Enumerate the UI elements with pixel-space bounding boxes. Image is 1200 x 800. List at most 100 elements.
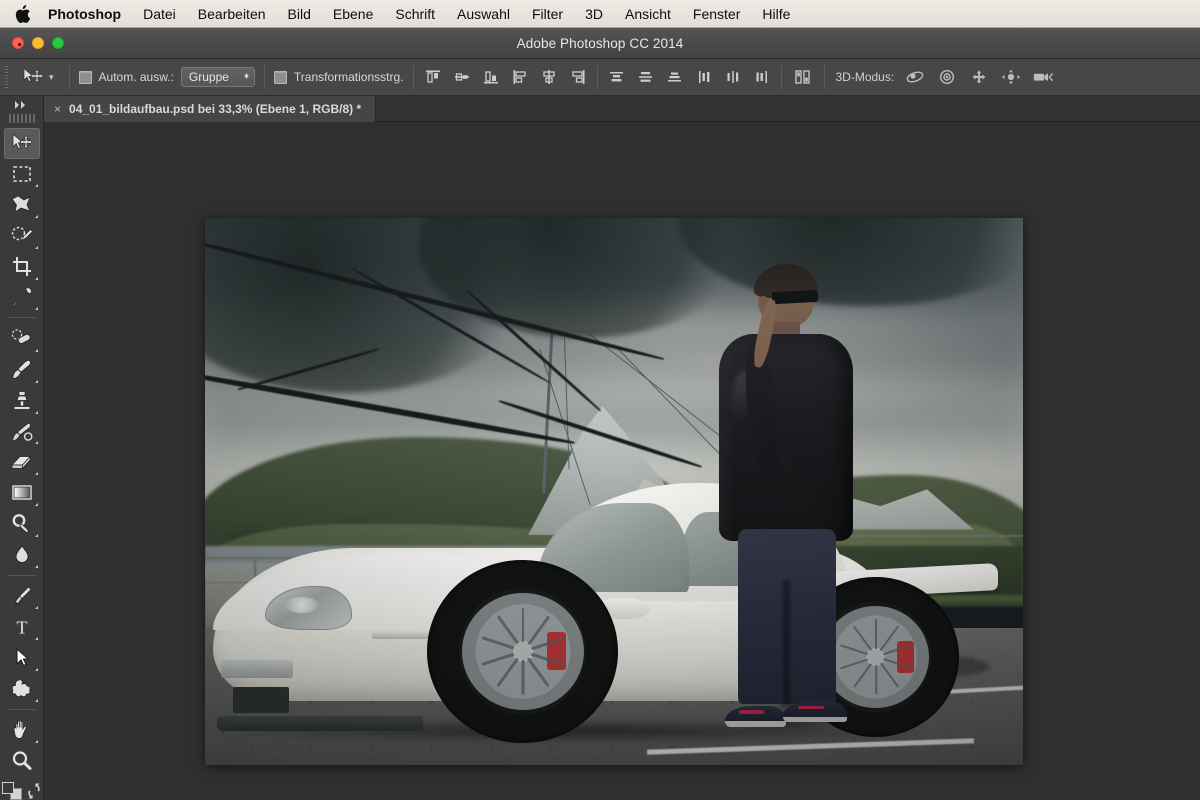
menu-item-3d[interactable]: 3D (574, 0, 614, 28)
align-top-edges-button[interactable] (423, 67, 443, 87)
sunglasses (771, 289, 819, 305)
align-right-edges-button[interactable] (568, 67, 588, 87)
car-front-splitter (217, 716, 424, 731)
foreground-background-color-icon[interactable] (1, 782, 22, 800)
options-divider-1 (68, 65, 70, 89)
type-tool[interactable]: T (4, 611, 40, 642)
hand-tool[interactable] (4, 715, 40, 746)
menu-item-ebene[interactable]: Ebene (322, 0, 384, 28)
transform-controls-label: Transformationsstrg. (293, 70, 404, 84)
dodge-tool[interactable] (4, 508, 40, 539)
pen-tool[interactable] (4, 581, 40, 612)
menu-item-bearbeiten[interactable]: Bearbeiten (187, 0, 277, 28)
menu-item-hilfe[interactable]: Hilfe (751, 0, 801, 28)
menu-item-photoshop[interactable]: Photoshop (46, 0, 132, 28)
blur-tool[interactable] (4, 539, 40, 570)
tools-panel: T (0, 96, 44, 800)
eyedropper-tool[interactable] (4, 282, 40, 313)
close-button[interactable] (12, 37, 24, 49)
distribute-vertical-centers-button[interactable] (636, 67, 656, 87)
menu-item-fenster[interactable]: Fenster (682, 0, 751, 28)
document-tab-bar: × 04_01_bildaufbau.psd bei 33,3% (Ebene … (44, 96, 1200, 122)
canvas-workspace[interactable] (44, 122, 1200, 800)
transform-controls-checkbox[interactable] (273, 70, 287, 84)
align-bottom-edges-button[interactable] (481, 67, 501, 87)
document-tab[interactable]: × 04_01_bildaufbau.psd bei 33,3% (Ebene … (44, 96, 377, 122)
man-shoe-left (724, 705, 786, 727)
auto-select-dropdown[interactable]: Gruppe ▲ ▼ (180, 67, 255, 87)
man-shoe-right (782, 700, 847, 723)
move-tool-icon (22, 67, 44, 88)
color-swatches[interactable] (1, 782, 42, 800)
menu-item-auswahl[interactable]: Auswahl (446, 0, 521, 28)
lasso-tool[interactable] (4, 189, 40, 220)
car-front-intake (233, 686, 289, 714)
expand-panel-icon[interactable] (0, 96, 44, 114)
auto-align-layers-button[interactable] (791, 67, 815, 87)
zoom-button[interactable] (52, 37, 64, 49)
document-tab-title: 04_01_bildaufbau.psd bei 33,3% (Ebene 1,… (69, 102, 362, 116)
auto-select-label: Autom. ausw.: (98, 70, 174, 84)
rectangular-marquee-tool[interactable] (4, 159, 40, 190)
auto-select-checkbox[interactable] (78, 70, 92, 84)
chevron-updown-icon: ▲ ▼ (242, 72, 250, 81)
zoom-tool[interactable] (4, 745, 40, 776)
eraser-tool[interactable] (4, 446, 40, 477)
align-buttons-group (423, 67, 588, 87)
tools-divider-3 (7, 708, 36, 710)
3d-orbit-camera-icon[interactable] (904, 67, 926, 87)
custom-shape-tool[interactable] (4, 673, 40, 704)
align-horizontal-centers-button[interactable] (539, 67, 559, 87)
menu-item-schrift[interactable]: Schrift (384, 0, 446, 28)
menu-item-filter[interactable]: Filter (521, 0, 574, 28)
3d-pan-camera-icon[interactable] (968, 67, 990, 87)
shoe-sole-left (724, 721, 786, 727)
distribute-right-edges-button[interactable] (752, 67, 772, 87)
3d-zoom-camera-icon[interactable] (1032, 67, 1054, 87)
jeans-leg-separation (782, 579, 790, 704)
tools-panel-drag-handle[interactable] (8, 113, 35, 123)
gradient-tool[interactable] (4, 477, 40, 508)
apple-logo-icon[interactable] (14, 4, 30, 23)
foreground-color-swatch[interactable] (1, 782, 14, 795)
transform-controls-group: Transformationsstrg. (273, 70, 404, 84)
document-canvas[interactable] (205, 218, 1023, 765)
align-left-edges-button[interactable] (510, 67, 530, 87)
window-title: Adobe Photoshop CC 2014 (516, 35, 684, 51)
3d-mode-group: 3D-Modus: (834, 67, 1055, 87)
healing-brush-tool[interactable] (4, 323, 40, 354)
tab-close-icon[interactable]: × (54, 103, 61, 115)
options-bar-grip[interactable] (0, 59, 12, 96)
options-divider-2 (263, 65, 265, 89)
crop-tool[interactable] (4, 251, 40, 282)
active-tool-preset[interactable]: ▾ (12, 67, 60, 88)
shoe-sole-right (782, 716, 847, 723)
distribute-left-edges-button[interactable] (694, 67, 714, 87)
options-divider-6 (823, 65, 825, 89)
menu-item-ansicht[interactable]: Ansicht (614, 0, 682, 28)
distribute-top-edges-button[interactable] (607, 67, 627, 87)
distribute-bottom-edges-button[interactable] (665, 67, 685, 87)
swap-colors-icon[interactable] (26, 783, 42, 799)
distribute-horizontal-centers-button[interactable] (723, 67, 743, 87)
menu-item-bild[interactable]: Bild (277, 0, 322, 28)
menu-item-datei[interactable]: Datei (132, 0, 187, 28)
quick-selection-tool[interactable] (4, 220, 40, 251)
tool-preset-caret[interactable]: ▾ (49, 72, 54, 83)
align-vertical-centers-button[interactable] (452, 67, 472, 87)
brush-tool[interactable] (4, 354, 40, 385)
leather-jacket (719, 333, 853, 541)
photoshop-window: Photoshop Datei Bearbeiten Bild Ebene Sc… (0, 0, 1200, 800)
3d-roll-camera-icon[interactable] (936, 67, 958, 87)
path-selection-tool[interactable] (4, 642, 40, 673)
macos-menu-bar: Photoshop Datei Bearbeiten Bild Ebene Sc… (0, 0, 1200, 28)
clone-stamp-tool[interactable] (4, 385, 40, 416)
auto-select-group: Autom. ausw.: Gruppe ▲ ▼ (78, 67, 255, 87)
auto-select-value: Gruppe (188, 70, 229, 84)
history-brush-tool[interactable] (4, 416, 40, 447)
move-tool[interactable] (3, 127, 40, 159)
man-figure (716, 263, 855, 732)
minimize-button[interactable] (32, 37, 44, 49)
3d-slide-camera-icon[interactable] (1000, 67, 1022, 87)
front-rim (461, 592, 584, 710)
